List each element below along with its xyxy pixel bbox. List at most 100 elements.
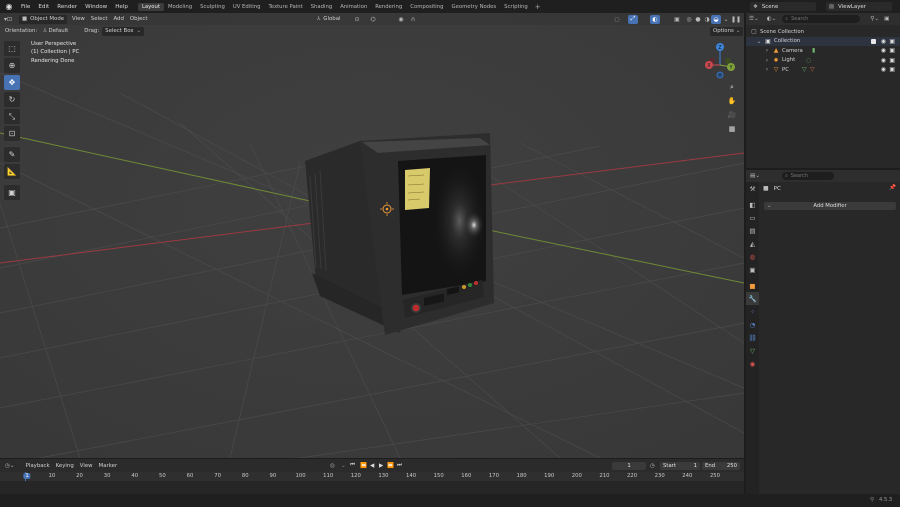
zoom-icon[interactable]: ⌕	[726, 81, 738, 93]
gizmo-neg-z[interactable]	[716, 71, 724, 79]
rotate-tool-icon[interactable]: ↻	[4, 92, 20, 107]
measure-tool-icon[interactable]: 📐	[4, 164, 20, 179]
view-layer-selector[interactable]: ▤ ViewLayer	[826, 2, 892, 11]
tab-compositing[interactable]: Compositing	[406, 3, 447, 11]
timeline-menu-view[interactable]: View	[77, 461, 96, 470]
start-frame-field[interactable]: Start 1	[660, 461, 700, 470]
render-tab-icon[interactable]: ◧	[746, 198, 759, 211]
camera-data-icon[interactable]: ▮	[812, 47, 815, 54]
xray-toggle-icon[interactable]: ▣	[672, 15, 682, 24]
outliner-editor-type-icon[interactable]: ☰⌄	[749, 16, 759, 22]
preview-range-icon[interactable]: ◷	[650, 463, 655, 469]
material-icon[interactable]: ▽	[810, 66, 815, 73]
object-tab-icon[interactable]: ■	[746, 279, 759, 292]
orientation-selector[interactable]: ⅄ Default	[40, 27, 71, 36]
options-dropdown[interactable]: Options ⌄	[710, 26, 744, 36]
properties-editor-type-icon[interactable]: ▤⌄	[750, 173, 760, 179]
material-tab-icon[interactable]: ◉	[746, 357, 759, 370]
tool-tab-icon[interactable]: ⚒	[746, 182, 759, 195]
select-box-tool-icon[interactable]: ⬚	[4, 41, 20, 56]
prev-keyframe-icon[interactable]: ⏪	[360, 463, 367, 469]
add-modifier-button[interactable]: ⌄ Add Modifier	[764, 202, 896, 210]
visibility-selector-icon[interactable]: ◌	[612, 15, 622, 24]
view-layer-tab-icon[interactable]: ▤	[746, 224, 759, 237]
render-camera-icon[interactable]: ▣	[889, 57, 895, 64]
timeline-ruler[interactable]: 1 10 20 30 40 50 60 70 80 90 100 110 120 130 140 150 160…	[0, 472, 744, 481]
pause-render-icon[interactable]: ❚❚	[731, 15, 741, 24]
menu-help[interactable]: Help	[111, 4, 132, 10]
outliner-row-pc[interactable]: › ▽ PC ▽ ▽ ◉ ▣	[746, 65, 900, 75]
exclude-checkbox[interactable]	[871, 38, 876, 44]
timeline-menu-marker[interactable]: Marker	[96, 461, 121, 470]
chevron-right-icon[interactable]: ›	[764, 47, 770, 54]
add-workspace-icon[interactable]: +	[532, 3, 544, 11]
mode-selector[interactable]: ■ Object Mode	[19, 14, 67, 24]
pin-icon[interactable]: 📌	[889, 185, 896, 191]
transform-orientation-selector[interactable]: ⅄ Global	[314, 15, 344, 24]
viewport-menu-object[interactable]: Object	[127, 15, 151, 24]
filter-icon[interactable]: ⚲⌄	[870, 16, 879, 22]
tab-shading[interactable]: Shading	[307, 3, 337, 11]
menu-render[interactable]: Render	[53, 4, 81, 10]
next-keyframe-icon[interactable]: ⏩	[387, 463, 394, 469]
tab-sculpting[interactable]: Sculpting	[196, 3, 229, 11]
3d-viewport[interactable]: ▾⊡ ■ Object Mode View Select Add Object …	[0, 13, 744, 458]
collection-tab-icon[interactable]: ▣	[746, 263, 759, 276]
modifiers-tab-icon[interactable]: 🔧	[746, 292, 759, 305]
tab-texture-paint[interactable]: Texture Paint	[264, 3, 306, 11]
viewport-menu-view[interactable]: View	[69, 15, 88, 24]
new-collection-icon[interactable]: ▣	[884, 16, 889, 22]
output-tab-icon[interactable]: ▭	[746, 211, 759, 224]
outliner-row-camera[interactable]: › ▲ Camera ▮ ◉ ▣	[746, 46, 900, 56]
display-mode-icon[interactable]: ◐⌄	[767, 16, 777, 22]
scene-tab-icon[interactable]: ◭	[746, 237, 759, 250]
viewport-menu-select[interactable]: Select	[88, 15, 111, 24]
perspective-toggle-icon[interactable]: ▦	[726, 123, 738, 135]
play-reverse-icon[interactable]: ◀	[370, 463, 374, 469]
visibility-eye-icon[interactable]: ◉	[881, 66, 886, 73]
data-tab-icon[interactable]: ▽	[746, 344, 759, 357]
render-camera-icon[interactable]: ▣	[889, 38, 895, 45]
viewport-menu-add[interactable]: Add	[110, 15, 126, 24]
timeline-menu-keying[interactable]: Keying	[53, 461, 77, 470]
timeline-scroll-track[interactable]	[0, 481, 744, 494]
tab-scripting[interactable]: Scripting	[500, 3, 532, 11]
shading-rendered-icon[interactable]: ◒	[711, 14, 721, 24]
visibility-eye-icon[interactable]: ◉	[881, 38, 886, 45]
world-tab-icon[interactable]: ◍	[746, 250, 759, 263]
timeline-editor-type-icon[interactable]: ◷⌄	[5, 463, 15, 469]
chevron-down-icon[interactable]: ⌄	[756, 38, 762, 45]
cursor-tool-icon[interactable]: ⊕	[4, 58, 20, 73]
end-frame-field[interactable]: End 250	[702, 461, 740, 470]
jump-start-icon[interactable]: ⏮	[350, 462, 355, 469]
render-camera-icon[interactable]: ▣	[889, 66, 895, 73]
tab-uv-editing[interactable]: UV Editing	[229, 3, 265, 11]
render-camera-icon[interactable]: ▣	[889, 47, 895, 54]
move-tool-icon[interactable]: ✥	[4, 75, 20, 90]
gizmo-toggle-icon[interactable]: ⤢	[628, 14, 638, 24]
drag-selector[interactable]: Select Box ⌄	[102, 26, 145, 36]
current-frame-input[interactable]: 1	[612, 461, 646, 470]
physics-tab-icon[interactable]: ◔	[746, 318, 759, 331]
falloff-icon[interactable]: ∩	[408, 15, 418, 24]
menu-file[interactable]: File	[17, 4, 34, 10]
camera-view-icon[interactable]: 🎥	[726, 109, 738, 121]
shading-options-icon[interactable]: ⌄	[721, 15, 731, 24]
tab-rendering[interactable]: Rendering	[371, 3, 406, 11]
proportional-edit-icon[interactable]: ◉	[396, 15, 406, 24]
constraints-tab-icon[interactable]: ⛓	[746, 331, 759, 344]
transform-tool-icon[interactable]: ⊡	[4, 126, 20, 141]
chevron-right-icon[interactable]: ›	[764, 66, 770, 73]
properties-search-input[interactable]: ⌕ Search	[781, 172, 834, 180]
auto-keying-icon[interactable]: ◎	[330, 463, 335, 469]
jump-end-icon[interactable]: ⏭	[397, 462, 402, 469]
chevron-right-icon[interactable]: ›	[764, 57, 770, 64]
visibility-eye-icon[interactable]: ◉	[881, 47, 886, 54]
timeline-menu-playback[interactable]: Playback	[23, 461, 53, 470]
menu-edit[interactable]: Edit	[34, 4, 53, 10]
mesh-data-icon[interactable]: ▽	[802, 66, 807, 73]
editor-type-icon[interactable]: ▾⊡	[3, 15, 13, 24]
tab-animation[interactable]: Animation	[336, 3, 371, 11]
annotate-tool-icon[interactable]: ✎	[4, 147, 20, 162]
outliner-search-input[interactable]: ⌕ Search	[782, 15, 861, 23]
